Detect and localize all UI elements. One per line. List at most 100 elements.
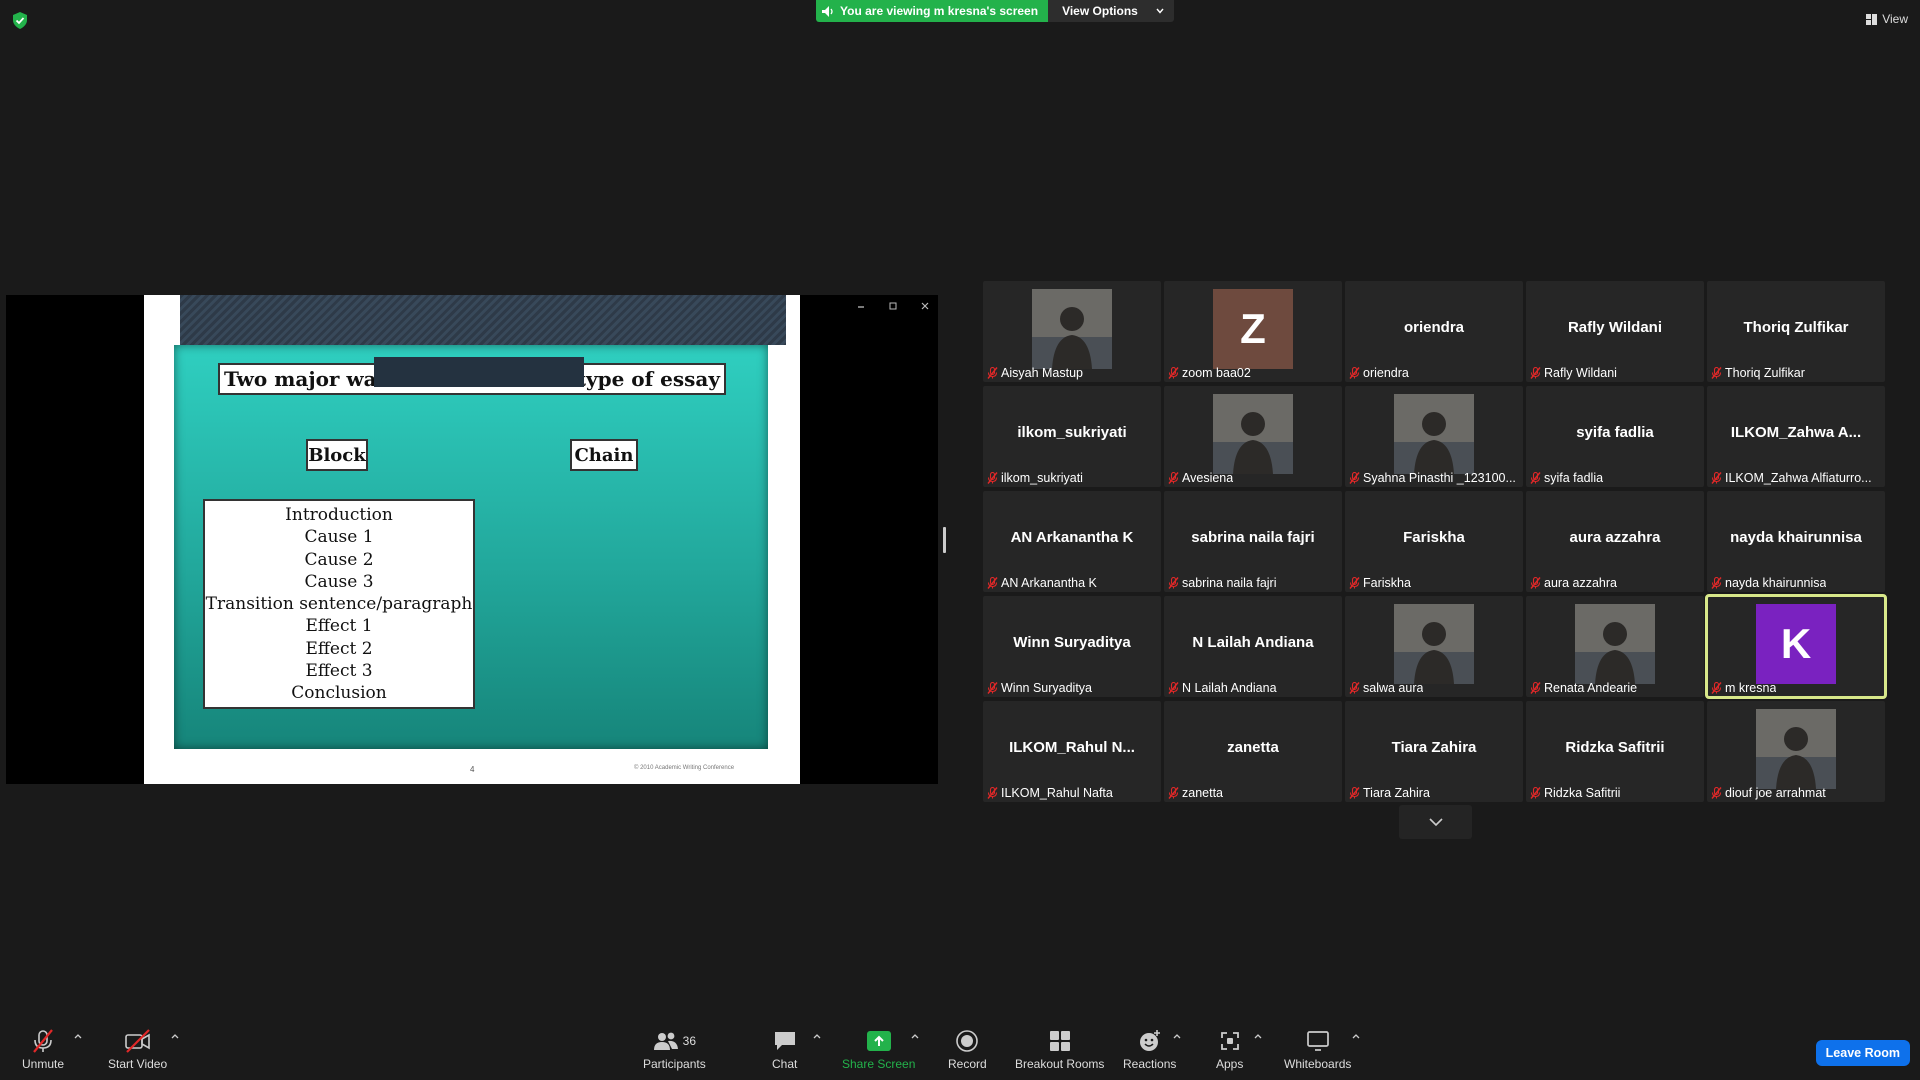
participant-name: Renata Andearie xyxy=(1544,681,1638,695)
slide-list-item: Cause 2 xyxy=(304,549,374,570)
microphone-muted-icon xyxy=(1349,787,1360,799)
unmute-button[interactable]: Unmute xyxy=(22,1028,64,1071)
participant-tile[interactable]: ILKOM_Rahul N... ILKOM_Rahul Nafta xyxy=(983,701,1161,802)
popout-icon[interactable] xyxy=(888,301,898,311)
participant-display-name: Winn Suryaditya xyxy=(1013,634,1131,651)
participant-tile[interactable]: Aisyah Mastup xyxy=(983,281,1161,382)
slide-list-item: Transition sentence/paragraph xyxy=(205,594,473,615)
participant-tile[interactable]: Rafly Wildani Rafly Wildani xyxy=(1526,281,1704,382)
microphone-muted-icon xyxy=(1349,577,1360,589)
microphone-muted-icon xyxy=(1711,367,1722,379)
participant-name-label: salwa aura xyxy=(1349,681,1519,695)
participant-avatar: Z xyxy=(1213,289,1293,369)
participant-tile[interactable]: Fariskha Fariskha xyxy=(1345,491,1523,592)
slide-page-number: 4 xyxy=(470,765,475,774)
reactions-icon xyxy=(1139,1030,1160,1051)
participant-display-name: AN Arkanantha K xyxy=(1010,529,1134,546)
redaction-overlay xyxy=(374,357,584,387)
participants-icon xyxy=(653,1032,678,1050)
view-options-label: View Options xyxy=(1062,4,1138,18)
participant-name: Rafly Wildani xyxy=(1544,366,1617,380)
whiteboards-options-caret-icon[interactable] xyxy=(1351,1032,1361,1040)
participant-name: Aisyah Mastup xyxy=(1001,366,1083,380)
participant-tile[interactable]: diouf joe arrahmat xyxy=(1707,701,1885,802)
participant-name: Avesiena xyxy=(1182,471,1234,485)
participant-tile[interactable]: nayda khairunnisa nayda khairunnisa xyxy=(1707,491,1885,592)
view-options-dropdown[interactable]: View Options xyxy=(1048,0,1174,22)
participant-tile[interactable]: Tiara Zahira Tiara Zahira xyxy=(1345,701,1523,802)
participant-tile[interactable]: Km kresna xyxy=(1705,594,1887,699)
participant-tile[interactable]: syifa fadlia syifa fadlia xyxy=(1526,386,1704,487)
shared-screen[interactable]: Two major wa type of essay Block Chain I… xyxy=(6,295,938,784)
participant-photo-image xyxy=(1394,604,1474,684)
view-label: View xyxy=(1882,12,1908,26)
participant-display-name: ilkom_sukriyati xyxy=(1017,424,1127,441)
chat-options-caret-icon[interactable] xyxy=(812,1032,822,1040)
view-button[interactable]: View xyxy=(1866,12,1908,26)
microphone-muted-icon xyxy=(1530,682,1541,694)
share-options-caret-icon[interactable] xyxy=(910,1032,920,1040)
slide-title-left: Two major wa xyxy=(224,367,377,391)
participant-name: oriendra xyxy=(1363,366,1409,380)
participant-display-name: ILKOM_Rahul N... xyxy=(1009,739,1135,756)
chevron-down-icon xyxy=(1156,8,1164,14)
participant-name-label: syifa fadlia xyxy=(1530,471,1700,485)
record-button[interactable]: Record xyxy=(948,1028,987,1071)
apps-label: Apps xyxy=(1216,1057,1244,1071)
participant-tile[interactable]: Syahna Pinasthi _123100... xyxy=(1345,386,1523,487)
participant-name-label: Ridzka Safitrii xyxy=(1530,786,1700,800)
slide-list-item: Effect 1 xyxy=(305,616,373,637)
encryption-shield-icon[interactable] xyxy=(12,12,28,29)
close-icon[interactable] xyxy=(920,301,930,311)
microphone-muted-icon xyxy=(1168,682,1179,694)
participant-name: Tiara Zahira xyxy=(1363,786,1430,800)
participant-tile[interactable]: ilkom_sukriyati ilkom_sukriyati xyxy=(983,386,1161,487)
reactions-button[interactable]: Reactions xyxy=(1123,1028,1176,1071)
reactions-options-caret-icon[interactable] xyxy=(1172,1032,1182,1040)
participant-display-name: sabrina naila fajri xyxy=(1191,529,1315,546)
slide-header-band xyxy=(180,295,786,345)
slide-list-item: Effect 3 xyxy=(305,661,373,682)
participant-tile[interactable]: zanetta zanetta xyxy=(1164,701,1342,802)
participant-tile[interactable]: aura azzahra aura azzahra xyxy=(1526,491,1704,592)
apps-options-caret-icon[interactable] xyxy=(1253,1032,1263,1040)
participant-tile[interactable]: N Lailah Andiana N Lailah Andiana xyxy=(1164,596,1342,697)
participant-photo-image xyxy=(1575,604,1655,684)
participant-tile[interactable]: ILKOM_Zahwa A... ILKOM_Zahwa Alfiaturro..… xyxy=(1707,386,1885,487)
participant-photo xyxy=(1394,604,1474,684)
start-video-button[interactable]: Start Video xyxy=(108,1028,167,1071)
participant-tile[interactable]: AN Arkanantha K AN Arkanantha K xyxy=(983,491,1161,592)
participant-display-name: Ridzka Safitrii xyxy=(1565,739,1665,756)
split-view-divider[interactable] xyxy=(943,527,946,553)
participant-tile[interactable]: Ridzka Safitrii Ridzka Safitrii xyxy=(1526,701,1704,802)
audio-options-caret-icon[interactable] xyxy=(73,1032,83,1040)
breakout-rooms-icon xyxy=(1049,1031,1070,1051)
apps-icon xyxy=(1220,1032,1239,1050)
leave-room-button[interactable]: Leave Room xyxy=(1815,1040,1910,1066)
participant-name-label: aura azzahra xyxy=(1530,576,1700,590)
participant-name-label: nayda khairunnisa xyxy=(1711,576,1881,590)
participant-tile[interactable]: salwa aura xyxy=(1345,596,1523,697)
video-options-caret-icon[interactable] xyxy=(170,1032,180,1040)
participant-tile[interactable]: Thoriq Zulfikar Thoriq Zulfikar xyxy=(1707,281,1885,382)
participant-tile[interactable]: oriendra oriendra xyxy=(1345,281,1523,382)
participant-tile[interactable]: Renata Andearie xyxy=(1526,596,1704,697)
participant-tile[interactable]: Zzoom baa02 xyxy=(1164,281,1342,382)
breakout-rooms-button[interactable]: Breakout Rooms xyxy=(1015,1028,1104,1071)
slide-title-right: type of essay xyxy=(576,367,720,391)
participant-photo xyxy=(1575,604,1655,684)
microphone-muted-icon xyxy=(1711,787,1722,799)
microphone-muted-icon xyxy=(987,682,998,694)
participant-tile[interactable]: Avesiena xyxy=(1164,386,1342,487)
next-page-button[interactable] xyxy=(1399,805,1472,839)
banner-text: You are viewing m kresna's screen xyxy=(840,4,1039,18)
participant-tile[interactable]: sabrina naila fajri sabrina naila fajri xyxy=(1164,491,1342,592)
share-screen-button[interactable]: Share Screen xyxy=(842,1028,915,1071)
participants-button[interactable]: 36 Participants xyxy=(643,1028,706,1071)
microphone-muted-icon xyxy=(987,472,998,484)
whiteboards-button[interactable]: Whiteboards xyxy=(1284,1028,1351,1071)
apps-button[interactable]: Apps xyxy=(1216,1028,1243,1071)
chat-button[interactable]: Chat xyxy=(772,1028,797,1071)
minimize-icon[interactable] xyxy=(856,301,866,311)
participant-tile[interactable]: Winn Suryaditya Winn Suryaditya xyxy=(983,596,1161,697)
